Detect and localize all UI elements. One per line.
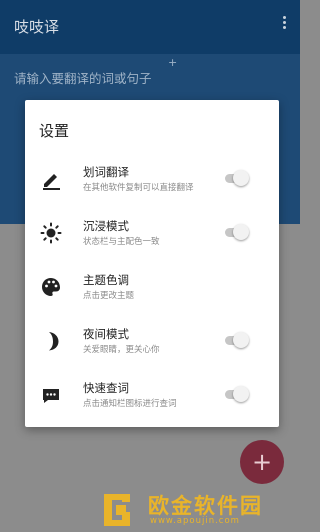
settings-item-label: 快速查词 — [83, 381, 129, 395]
palette-icon — [42, 278, 60, 296]
watermark-url: www.apoujin.com — [150, 516, 240, 526]
settings-item-description: 关爱眼睛，更关心你 — [83, 345, 160, 355]
app-bar: 吱吱译 — [0, 0, 300, 54]
more-options-icon[interactable] — [278, 14, 290, 36]
quick-lookup-toggle[interactable] — [221, 386, 249, 402]
settings-item-immersive-mode[interactable]: 沉浸模式 状态栏与主配色一致 — [25, 214, 279, 254]
settings-item-label: 沉浸模式 — [83, 219, 129, 233]
pencil-icon — [43, 174, 60, 190]
settings-item-description: 点击更改主题 — [83, 291, 135, 301]
night-mode-toggle[interactable] — [221, 332, 249, 348]
chat-bubble-icon — [43, 389, 59, 403]
settings-item-description: 在其他软件复制可以直接翻译 — [83, 183, 194, 193]
brightness-icon — [40, 222, 62, 244]
fab-button[interactable]: + — [240, 440, 284, 484]
settings-item-theme-color[interactable]: 主题色调 点击更改主题 — [25, 268, 279, 308]
settings-item-label: 夜间模式 — [83, 327, 129, 341]
plus-mark: + — [168, 56, 178, 69]
settings-item-word-translate[interactable]: 划词翻译 在其他软件复制可以直接翻译 — [25, 160, 279, 200]
app-title: 吱吱译 — [14, 18, 60, 36]
moon-icon — [49, 332, 59, 351]
watermark-logo-icon — [104, 494, 130, 526]
settings-item-description: 状态栏与主配色一致 — [83, 237, 160, 247]
settings-item-quick-lookup[interactable]: 快速查词 点击通知栏图标进行查词 — [25, 376, 279, 416]
settings-item-label: 划词翻译 — [83, 165, 129, 179]
watermark: 欧金软件园 www.apoujin.com — [100, 490, 296, 530]
immersive-mode-toggle[interactable] — [221, 224, 249, 240]
settings-item-night-mode[interactable]: 夜间模式 关爱眼睛，更关心你 — [25, 322, 279, 362]
settings-item-label: 主题色调 — [83, 273, 129, 287]
word-translate-toggle[interactable] — [221, 170, 249, 186]
input-placeholder[interactable]: 请输入要翻译的词或句子 — [14, 68, 152, 87]
settings-dialog: 设置 划词翻译 在其他软件复制可以直接翻译 沉浸模式 状态栏与主配色一致 主题色… — [25, 100, 279, 427]
settings-item-description: 点击通知栏图标进行查词 — [83, 399, 177, 409]
dialog-title: 设置 — [39, 122, 70, 140]
